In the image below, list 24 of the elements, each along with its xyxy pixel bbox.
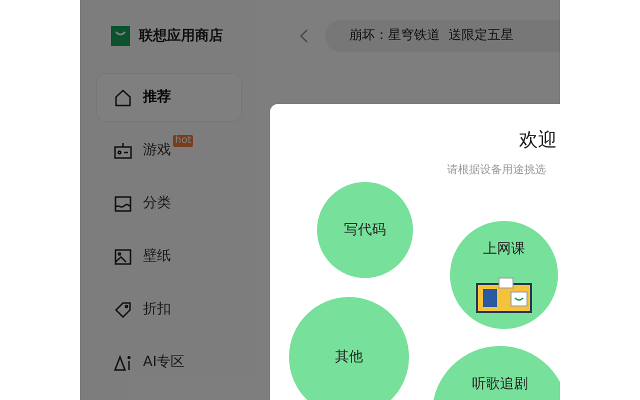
image-icon [113,246,133,266]
sidebar-item[interactable]: 壁纸 [96,232,242,281]
hot-badge: hot [173,135,194,147]
sidebar-item[interactable]: 推荐 [96,73,242,122]
dialog-subtitle: 请根据设备用途挑选 [447,162,546,178]
sidebar-item[interactable]: 分类 [96,179,242,228]
option-bubble[interactable]: 上网课 [450,221,558,329]
sidebar-item[interactable]: AI专区 [96,338,242,387]
app-name: 联想应用商店 [139,26,223,46]
tag-icon [113,300,133,320]
sidebar-item[interactable]: 游戏 hot [96,126,242,175]
home-icon [113,88,133,108]
option-bubble[interactable]: 听歌追剧 [432,346,560,400]
ai-icon [113,352,133,372]
dialog-title: 欢迎 [519,128,557,153]
monitor-illustration [475,276,533,316]
radio-icon [113,140,133,160]
shopping-bag-logo [111,26,130,46]
option-bubble[interactable]: 其他 [289,297,409,400]
search-field[interactable]: 崩坏：星穹铁道 送限定五星 [325,20,560,52]
chevron-left-icon [300,29,308,43]
option-bubble[interactable]: 写代码 [317,182,413,278]
sidebar-item[interactable]: 折扣 [96,285,242,334]
frame-icon [113,194,133,214]
